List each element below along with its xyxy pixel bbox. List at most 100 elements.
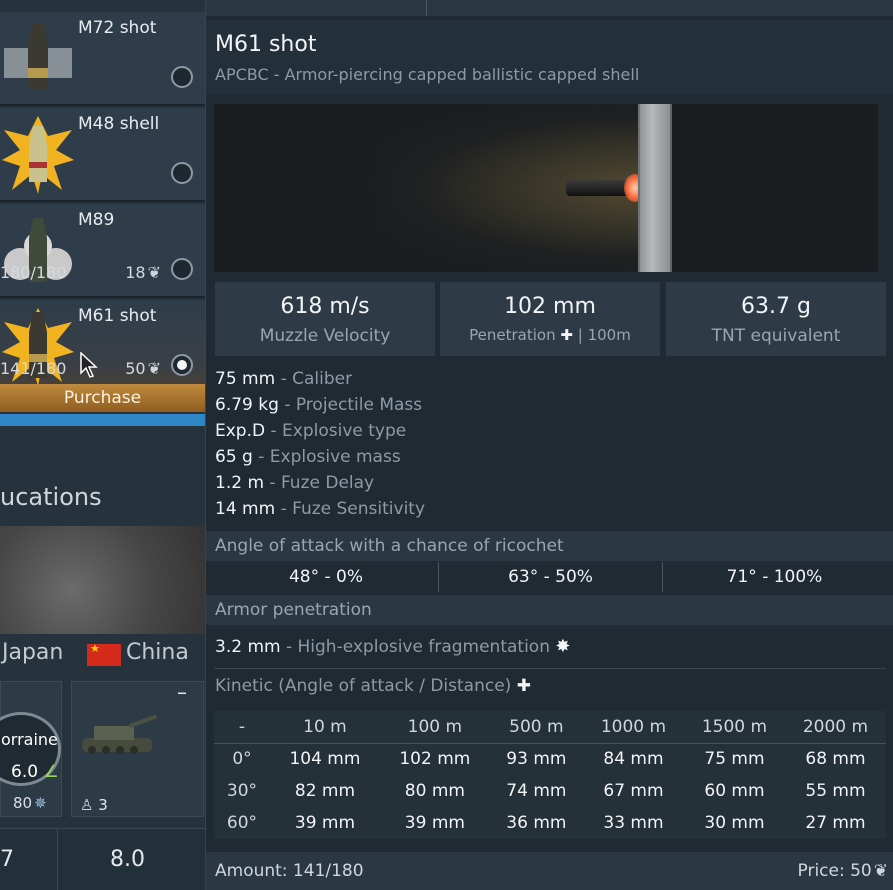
- pen-cell: 55 mm: [805, 781, 866, 801]
- prop-fuze-sensitivity: 14 mm - Fuze Sensitivity: [215, 499, 426, 519]
- ammo-count: 141/180: [0, 359, 67, 378]
- ammo-list-panel: M72 shot M48 shell M89 180/180 18 ❦ M61 s…: [0, 0, 205, 890]
- pen-cell: 39 mm: [404, 813, 465, 833]
- shell-subtitle: APCBC - Armor-piercing capped ballistic …: [215, 65, 640, 84]
- pen-cell: 93 mm: [506, 749, 567, 770]
- silver-lion-icon: ❦: [873, 861, 888, 881]
- prop-explosive-type: Exp.D - Explosive type: [215, 421, 407, 441]
- ammo-name: M61 shot: [78, 306, 157, 326]
- armor-penetration-title: Armor penetration: [206, 595, 893, 625]
- br-value[interactable]: 8.0: [110, 847, 145, 872]
- pen-cell: 84 mm: [603, 749, 664, 770]
- nation-tab-japan[interactable]: Japan: [2, 640, 63, 665]
- pen-cell: 36 mm: [506, 813, 567, 833]
- ammo-name: M72 shot: [78, 18, 157, 38]
- table-header-row: - 10 m 100 m 500 m 1000 m 1500 m 2000 m: [214, 711, 886, 744]
- column-header: 500 m: [489, 711, 583, 744]
- pen-cell: 102 mm: [399, 749, 471, 770]
- tank-image: [82, 714, 157, 754]
- kinetic-shell-icon: ✚: [516, 676, 531, 696]
- column-header: 2000 m: [784, 711, 886, 744]
- ricochet-value: 71° - 100%: [662, 562, 886, 592]
- he-shell-icon: [2, 116, 74, 194]
- table-row: 60° 39 mm 39 mm 36 mm 33 mm 30 mm 27 mm: [214, 807, 886, 839]
- angle-cell: 30°: [226, 781, 258, 801]
- ammo-count: 180/180: [0, 263, 67, 282]
- br-up-icon: ∠: [43, 762, 59, 782]
- fragmentation-icon: ✸: [555, 636, 571, 657]
- vehicle-cost: 80 ✵: [13, 794, 47, 812]
- modification-image: [0, 526, 205, 634]
- stat-penetration: 102 mm Penetration ✚ | 100m: [440, 282, 660, 356]
- ammo-slot-m61[interactable]: M61 shot 141/180 50 ❦: [0, 300, 205, 394]
- crew-count: ♙ 3: [80, 796, 108, 814]
- ammo-detail-panel: M61 shot APCBC - Armor-piercing capped b…: [205, 0, 893, 890]
- penetration-animation: [214, 104, 878, 272]
- divider: [214, 668, 886, 669]
- pen-cell: 67 mm: [603, 781, 664, 801]
- pen-cell: 75 mm: [704, 749, 765, 770]
- ammo-radio[interactable]: [171, 66, 193, 88]
- column-header: 1500 m: [683, 711, 785, 744]
- ammo-slot-m48[interactable]: M48 shell: [0, 108, 205, 202]
- amount-label: Amount: 141/180: [215, 861, 364, 881]
- silver-lion-icon: ❦: [147, 359, 161, 378]
- kinetic-shell-icon: ✚: [560, 326, 573, 344]
- ammo-radio[interactable]: [171, 258, 193, 280]
- top-strip: [206, 0, 893, 16]
- ammo-name: M89: [78, 210, 115, 230]
- modifications-title: ucations: [0, 483, 102, 511]
- pen-cell: 39 mm: [294, 813, 356, 833]
- pen-cell: 68 mm: [805, 749, 866, 770]
- shell-title: M61 shot: [215, 32, 317, 57]
- ammo-radio-selected[interactable]: [171, 354, 193, 376]
- stat-label: Penetration ✚ | 100m: [469, 326, 631, 344]
- divider: [57, 829, 58, 890]
- angle-cell: 0°: [232, 749, 252, 770]
- prop-explosive-mass: 65 g - Explosive mass: [215, 447, 401, 467]
- stat-value: 102 mm: [504, 294, 596, 319]
- br-value-left[interactable]: 7: [0, 847, 14, 872]
- research-icon: ✵: [34, 794, 47, 812]
- stat-label: TNT equivalent: [711, 326, 841, 346]
- ammo-price: 50 ❦: [125, 359, 161, 378]
- prop-projectile-mass: 6.79 kg - Projectile Mass: [215, 395, 423, 415]
- ammo-slot-m89[interactable]: M89 180/180 18 ❦: [0, 204, 205, 298]
- silver-lion-icon: ❦: [147, 263, 161, 282]
- column-header: 100 m: [379, 711, 490, 744]
- china-flag-icon: [87, 642, 121, 666]
- kinetic-penetration-table: - 10 m 100 m 500 m 1000 m 1500 m 2000 m …: [214, 711, 886, 839]
- stat-value: 63.7 g: [741, 294, 811, 319]
- column-header: 1000 m: [582, 711, 684, 744]
- mouse-cursor-icon: [80, 352, 98, 378]
- prop-fuze-delay: 1.2 m - Fuze Delay: [215, 473, 375, 493]
- crew-icon: ♙: [80, 796, 94, 814]
- pen-cell: 30 mm: [704, 813, 765, 833]
- br-selector: 7 8.0: [0, 828, 205, 890]
- progress-bar: [0, 414, 205, 426]
- vehicle-br: 6.0 ∠: [11, 762, 59, 782]
- stat-value: 618 m/s: [280, 294, 370, 319]
- vehicle-card-lorraine[interactable]: orraine 6.0 ∠ 80 ✵: [0, 681, 62, 817]
- collapse-icon[interactable]: –: [177, 680, 187, 704]
- vehicle-card-tank[interactable]: – ♙ 3: [71, 680, 204, 817]
- detail-footer: Amount: 141/180 Price: 50 ❦: [206, 852, 893, 890]
- ammo-slot-m72[interactable]: M72 shot: [0, 12, 205, 106]
- ammo-price: 18 ❦: [125, 263, 161, 282]
- pen-cell: 74 mm: [506, 781, 567, 801]
- table-row: 30° 82 mm 80 mm 74 mm 67 mm 60 mm 55 mm: [214, 775, 886, 807]
- column-header: 10 m: [270, 711, 380, 744]
- prop-caliber: 75 mm - Caliber: [215, 369, 353, 389]
- ap-shot-icon: [4, 24, 72, 90]
- ammo-radio[interactable]: [171, 162, 193, 184]
- shell-properties: 75 mm - Caliber 6.79 kg - Projectile Mas…: [215, 366, 875, 522]
- ricochet-section-title: Angle of attack with a chance of ricoche…: [206, 531, 893, 561]
- detail-header: M61 shot APCBC - Armor-piercing capped b…: [206, 20, 893, 94]
- ammo-name: M48 shell: [78, 114, 160, 134]
- ricochet-values: 48° - 0% 63° - 50% 71° - 100%: [214, 562, 886, 592]
- ricochet-value: 48° - 0%: [288, 567, 364, 587]
- nation-tabs: Japan China: [0, 640, 205, 672]
- angle-cell: 60°: [226, 813, 258, 833]
- purchase-button[interactable]: Purchase: [0, 384, 205, 412]
- nation-tab-china[interactable]: China: [126, 640, 189, 665]
